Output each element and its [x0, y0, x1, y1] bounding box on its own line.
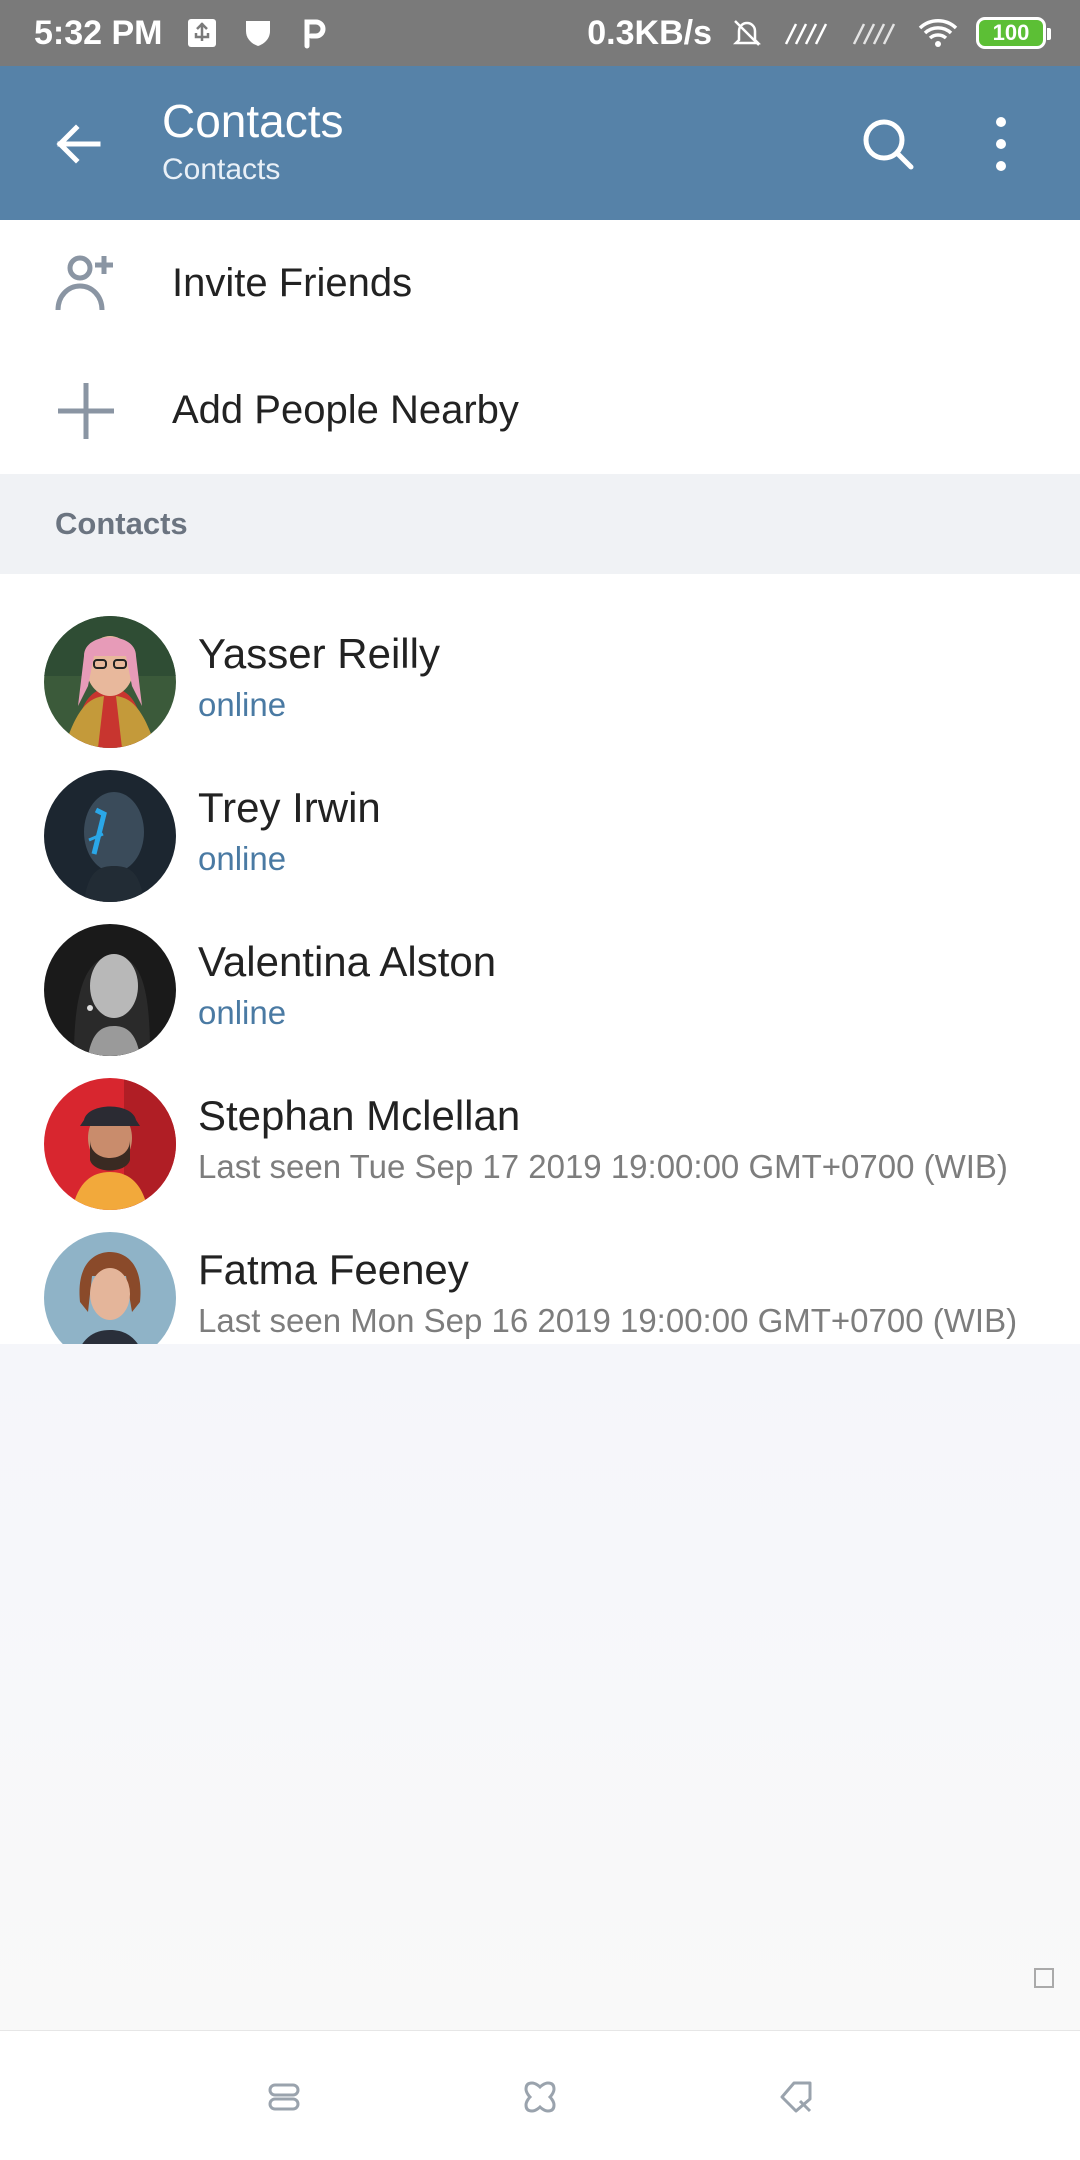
home-icon[interactable] [520, 2077, 560, 2117]
contact-row-trey-irwin[interactable]: Trey Irwin online [0, 748, 1080, 902]
search-icon[interactable] [858, 114, 918, 174]
square-icon [1034, 1968, 1054, 1988]
contact-status: online [198, 840, 287, 877]
invite-friends-row[interactable]: Invite Friends [0, 220, 1080, 347]
add-person-icon [55, 255, 113, 310]
section-header: Contacts [0, 474, 1080, 574]
shield-icon [245, 21, 270, 46]
add-people-nearby-label: Add People Nearby [172, 388, 519, 432]
contact-name: Trey Irwin [198, 784, 381, 831]
contact-name: Yasser Reilly [198, 630, 440, 677]
recents-icon[interactable] [264, 2077, 304, 2117]
avatar [44, 616, 176, 748]
plus-icon [58, 382, 114, 439]
contact-name: Fatma Feeney [198, 1246, 469, 1293]
usb-icon [187, 19, 216, 47]
signal-icon [784, 23, 828, 45]
contact-name: Stephan Mclellan [198, 1092, 521, 1139]
battery-icon: 100 [976, 17, 1051, 49]
contact-status: Last seen Mon Sep 16 2019 19:00:00 GMT+0… [198, 1302, 1018, 1339]
app-bar: Contacts Contacts [0, 66, 1080, 220]
contact-status: online [198, 686, 287, 723]
contact-status: online [198, 994, 287, 1031]
avatar [44, 1078, 176, 1210]
back-arrow-icon[interactable] [48, 114, 108, 174]
parking-icon [304, 19, 325, 49]
contact-name: Valentina Alston [198, 938, 497, 985]
contact-row-yasser-reilly[interactable]: Yasser Reilly online [0, 594, 1080, 748]
avatar [44, 770, 176, 902]
mute-bell-icon [732, 20, 762, 46]
back-icon[interactable] [776, 2077, 816, 2117]
contacts-list: Yasser Reilly online Trey Irwin online V… [0, 574, 1080, 1366]
more-options-icon[interactable] [976, 112, 1026, 176]
signal-icon [852, 23, 896, 45]
wifi-icon [918, 19, 958, 47]
empty-area [0, 1344, 1080, 2030]
invite-friends-label: Invite Friends [172, 261, 413, 305]
network-speed: 0.3KB/s [587, 13, 712, 52]
page-subtitle: Contacts [162, 152, 281, 186]
page-title: Contacts [162, 95, 344, 147]
contact-status: Last seen Tue Sep 17 2019 19:00:00 GMT+0… [198, 1148, 1008, 1185]
avatar [44, 924, 176, 1056]
status-bar: 5:32 PM 0.3KB/s 100 [0, 0, 1080, 66]
add-people-nearby-row[interactable]: Add People Nearby [0, 347, 1080, 474]
contact-row-valentina-alston[interactable]: Valentina Alston online [0, 902, 1080, 1056]
status-time: 5:32 PM [34, 13, 163, 52]
contact-actions: Invite Friends Add People Nearby [0, 220, 1080, 474]
navigation-bar [0, 2030, 1080, 2160]
contact-row-fatma-feeney[interactable]: Fatma Feeney Last seen Mon Sep 16 2019 1… [0, 1210, 1080, 1364]
battery-level: 100 [992, 20, 1030, 45]
contact-row-stephan-mclellan[interactable]: Stephan Mclellan Last seen Tue Sep 17 20… [0, 1056, 1080, 1210]
